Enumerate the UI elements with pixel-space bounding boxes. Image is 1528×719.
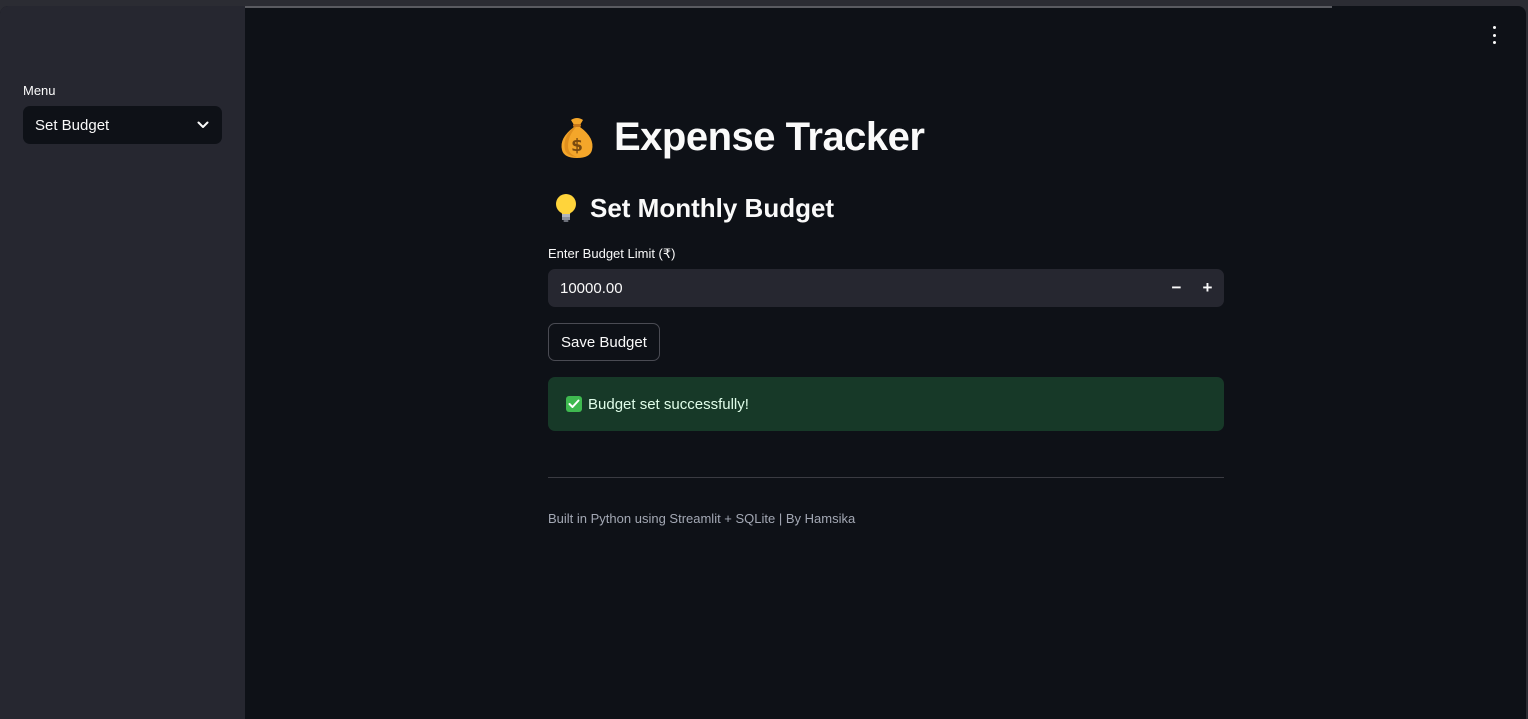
budget-limit-label: Enter Budget Limit (₹) [548,246,676,261]
money-bag-icon: $ [561,118,593,158]
main-menu-kebab-icon[interactable] [1486,26,1502,44]
title-row: $ Expense Tracker [554,114,925,160]
menu-label: Menu [23,83,56,98]
light-bulb-icon [556,194,576,222]
chevron-down-icon [196,118,210,132]
increment-button[interactable]: + [1192,269,1223,307]
budget-limit-input[interactable]: 10000.00 − + [548,269,1224,307]
menu-select-value: Set Budget [35,116,110,134]
save-budget-button[interactable]: Save Budget [548,323,660,361]
section-title: Set Monthly Budget [590,192,835,223]
decrement-button[interactable]: − [1161,269,1192,307]
check-mark-icon [566,396,582,412]
divider [548,477,1224,478]
svg-text:$: $ [571,136,583,156]
success-message: Budget set successfully! [588,395,749,413]
menu-select[interactable]: Set Budget [23,106,222,144]
footer-text: Built in Python using Streamlit + SQLite… [548,511,856,526]
app-window: Menu Set Budget $ Expense Tracker Set Mo… [0,6,1526,719]
budget-limit-value[interactable]: 10000.00 [548,280,1161,297]
section-header: Set Monthly Budget [552,192,834,224]
top-decoration-bar [100,6,1332,8]
page-title: Expense Tracker [614,114,925,159]
success-alert: Budget set successfully! [548,377,1224,431]
sidebar: Menu Set Budget [0,6,245,719]
